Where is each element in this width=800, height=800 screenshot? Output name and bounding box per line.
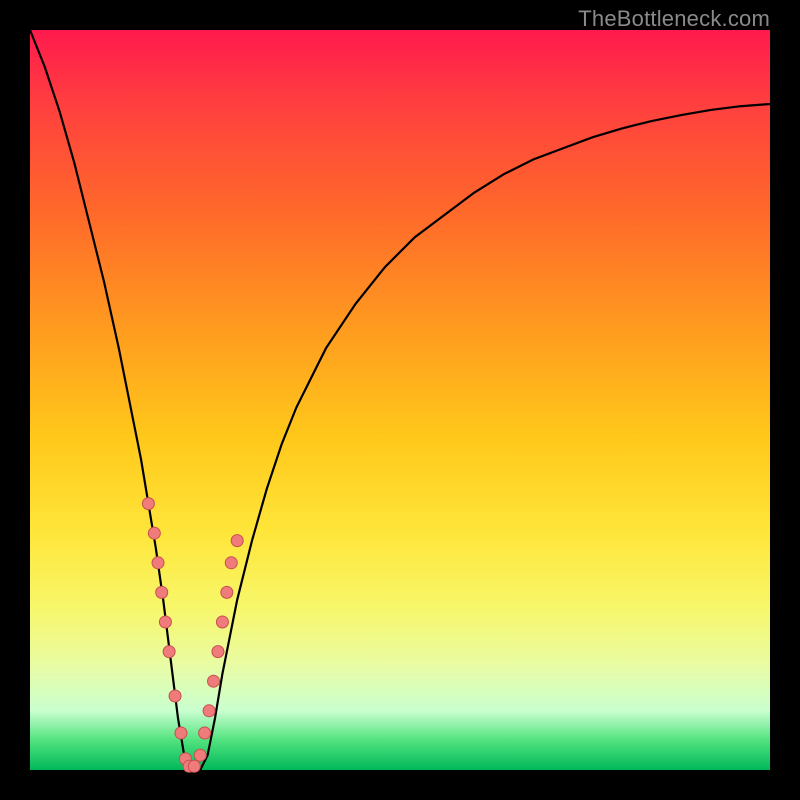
data-point: [212, 646, 224, 658]
data-point: [169, 690, 181, 702]
data-points: [142, 498, 243, 773]
data-point: [159, 616, 171, 628]
data-point: [188, 760, 200, 772]
data-point: [152, 557, 164, 569]
data-point: [225, 557, 237, 569]
data-point: [203, 705, 215, 717]
data-point: [148, 527, 160, 539]
chart-frame: TheBottleneck.com: [0, 0, 800, 800]
chart-overlay: [30, 30, 770, 770]
data-point: [221, 586, 233, 598]
data-point: [175, 727, 187, 739]
watermark-text: TheBottleneck.com: [578, 6, 770, 32]
bottleneck-curve: [30, 30, 770, 770]
data-point: [231, 535, 243, 547]
data-point: [156, 586, 168, 598]
data-point: [194, 749, 206, 761]
data-point: [216, 616, 228, 628]
data-point: [163, 646, 175, 658]
data-point: [142, 498, 154, 510]
data-point: [199, 727, 211, 739]
data-point: [208, 675, 220, 687]
